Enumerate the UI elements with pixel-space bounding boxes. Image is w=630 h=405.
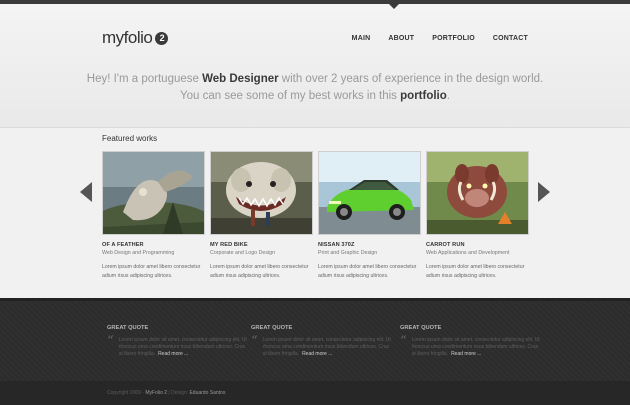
quote-text: Lorem ipsum dolor sit amet, consectetur … bbox=[119, 337, 247, 358]
work-title[interactable]: OF A FEATHER bbox=[102, 242, 205, 248]
quote-block: GREAT QUOTE “ Lorem ipsum dolor sit amet… bbox=[251, 325, 391, 358]
intro-highlight-web-designer: Web Designer bbox=[202, 73, 279, 85]
intro-highlight-portfolio[interactable]: portfolio bbox=[400, 90, 447, 102]
quote-mark-icon: “ bbox=[400, 334, 407, 349]
work-category: Print and Graphic Design bbox=[318, 250, 378, 256]
quote-text: Lorem ipsum dolor sit amet, consectetur … bbox=[263, 337, 391, 358]
carousel-next-arrow-icon[interactable] bbox=[538, 182, 550, 202]
work-description: Lorem ipsum dolor amet libero consectetu… bbox=[318, 264, 417, 279]
intro-part1: Hey! I'm a portuguese bbox=[86, 73, 203, 85]
read-more-link[interactable]: Read more ... bbox=[158, 351, 188, 357]
work-category: Corporate and Logo Design bbox=[210, 250, 276, 256]
intro-part4: . bbox=[446, 90, 450, 102]
work-title[interactable]: CARROT RUN bbox=[426, 242, 529, 248]
carousel-prev-arrow-icon[interactable] bbox=[80, 182, 92, 202]
copyright-brand[interactable]: MyFolio 2 bbox=[145, 390, 167, 396]
green-sports-car-icon bbox=[319, 152, 420, 234]
quote-text: Lorem ipsum dolor sit amet, consectetur … bbox=[412, 337, 540, 358]
monster-dog-illustration-icon bbox=[211, 152, 312, 234]
logo[interactable]: myfolio 2 bbox=[102, 28, 169, 48]
boar-creature-illustration-icon bbox=[427, 152, 528, 234]
quote-title: GREAT QUOTE bbox=[400, 325, 442, 331]
header bbox=[0, 4, 630, 128]
work-thumbnail-carrot-run[interactable] bbox=[426, 151, 529, 235]
work-title[interactable]: MY RED BIKE bbox=[210, 242, 313, 248]
work-category: Web Design and Programming bbox=[102, 250, 175, 256]
featured-works-title: Featured works bbox=[102, 134, 158, 143]
fantasy-creature-illustration-icon bbox=[103, 152, 204, 234]
work-description: Lorem ipsum dolor amet libero consectetu… bbox=[102, 264, 201, 279]
work-thumbnail-nissan-370z[interactable] bbox=[318, 151, 421, 235]
work-item: OF A FEATHER Web Design and Programming … bbox=[102, 151, 205, 281]
quote-mark-icon: “ bbox=[107, 334, 114, 349]
intro-part3: You can see some of my best works in thi… bbox=[180, 90, 401, 102]
work-description: Lorem ipsum dolor amet libero consectetu… bbox=[426, 264, 525, 279]
quote-body: “ Lorem ipsum dolor sit amet, consectetu… bbox=[400, 334, 540, 358]
featured-works-list: OF A FEATHER Web Design and Programming … bbox=[102, 151, 529, 281]
copyright: Copyright 2009 · MyFolio 2 | Design: Edu… bbox=[107, 390, 225, 396]
intro-text: Hey! I'm a portuguese Web Designer with … bbox=[80, 71, 550, 105]
bottom-bar: Copyright 2009 · MyFolio 2 | Design: Edu… bbox=[0, 381, 630, 405]
logo-badge: 2 bbox=[155, 31, 169, 45]
nav-main[interactable]: MAIN bbox=[352, 35, 371, 42]
quote-title: GREAT QUOTE bbox=[251, 325, 293, 331]
intro-part2: with over 2 years of experience in the d… bbox=[278, 73, 544, 85]
quote-mark-icon: “ bbox=[251, 334, 258, 349]
quote-block: GREAT QUOTE “ Lorem ipsum dolor sit amet… bbox=[107, 325, 247, 358]
nav-contact[interactable]: CONTACT bbox=[493, 35, 528, 42]
nav-portfolio[interactable]: PORTFOLIO bbox=[432, 35, 475, 42]
nav-about[interactable]: ABOUT bbox=[388, 35, 414, 42]
work-description: Lorem ipsum dolor amet libero consectetu… bbox=[210, 264, 309, 279]
work-item: NISSAN 370Z Print and Graphic Design Lor… bbox=[318, 151, 421, 281]
copyright-separator: | Design: bbox=[167, 390, 190, 396]
work-item: CARROT RUN Web Applications and Developm… bbox=[426, 151, 529, 281]
work-category: Web Applications and Development bbox=[426, 250, 510, 256]
quote-block: GREAT QUOTE “ Lorem ipsum dolor sit amet… bbox=[400, 325, 540, 358]
read-more-link[interactable]: Read more ... bbox=[451, 351, 481, 357]
main-nav: MAIN ABOUT PORTFOLIO CONTACT bbox=[352, 35, 528, 42]
work-thumbnail-my-red-bike[interactable] bbox=[210, 151, 313, 235]
nav-indicator bbox=[389, 4, 399, 9]
copyright-author[interactable]: Eduardo Santos bbox=[189, 390, 225, 396]
quote-body: “ Lorem ipsum dolor sit amet, consectetu… bbox=[251, 334, 391, 358]
read-more-link[interactable]: Read more ... bbox=[302, 351, 332, 357]
quote-body: “ Lorem ipsum dolor sit amet, consectetu… bbox=[107, 334, 247, 358]
quote-title: GREAT QUOTE bbox=[107, 325, 149, 331]
work-item: MY RED BIKE Corporate and Logo Design Lo… bbox=[210, 151, 313, 281]
work-title[interactable]: NISSAN 370Z bbox=[318, 242, 421, 248]
copyright-prefix: Copyright 2009 · bbox=[107, 390, 146, 396]
logo-text: myfolio bbox=[102, 28, 153, 47]
work-thumbnail-of-a-feather[interactable] bbox=[102, 151, 205, 235]
